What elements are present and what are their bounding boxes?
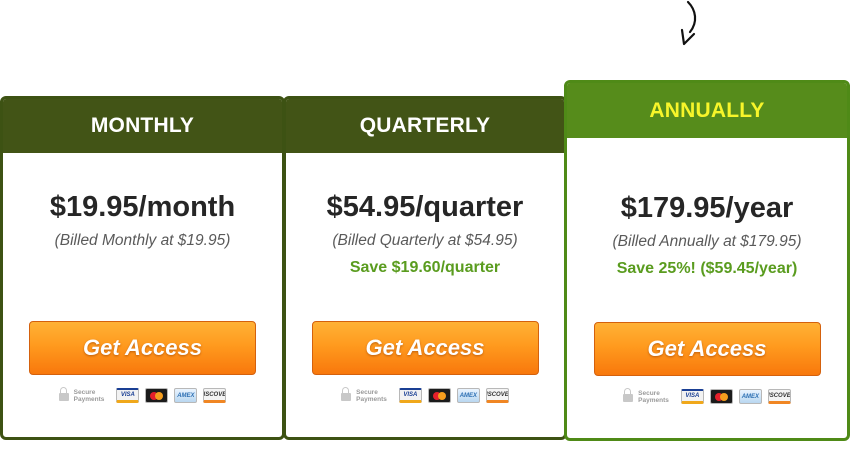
plan-title: MONTHLY — [3, 99, 282, 153]
secure-payments-row: SecurePayments VISA AMEX DISCOVER — [567, 387, 847, 404]
plan-billing-note: (Billed Quarterly at $54.95) — [332, 232, 518, 249]
mastercard-icon — [709, 389, 733, 404]
discover-card-icon: DISCOVER — [203, 388, 227, 403]
plan-price: $179.95/year — [620, 192, 794, 224]
plan-billing-note: (Billed Monthly at $19.95) — [54, 232, 231, 249]
visa-card-icon: VISA — [398, 388, 422, 403]
get-access-button-annually[interactable]: Get Access — [593, 322, 821, 376]
hand-drawn-arrow-icon — [680, 0, 697, 46]
secure-payments-label: Secure Payments — [73, 388, 105, 403]
visa-card-icon: VISA — [116, 388, 140, 403]
plan-savings: Save 25%! ($59.45/year) — [616, 260, 798, 277]
mastercard-icon — [427, 388, 451, 403]
plan-billing-note: (Billed Annually at $179.95) — [612, 233, 802, 250]
plan-title: ANNUALLY — [567, 83, 847, 138]
secure-payments-row: SecurePayments VISA AMEX DISCOVER — [286, 386, 564, 403]
secure-payments-label: Secure Payments — [638, 389, 669, 404]
secure-payments-row: SecurePayments VISA AMEX DISCOVER — [3, 386, 282, 403]
plan-title: QUARTERLY — [286, 99, 564, 153]
plan-price: $19.95/month — [49, 191, 236, 223]
discover-card-icon: DISCOVER — [767, 389, 791, 404]
mastercard-icon — [145, 388, 169, 403]
amex-card-icon: AMEX — [174, 388, 198, 403]
amex-card-icon: AMEX — [738, 389, 762, 404]
lock-icon — [58, 386, 69, 401]
plan-card-quarterly: QUARTERLY $54.95/quarter (Billed Quarter… — [283, 96, 567, 440]
get-access-button-monthly[interactable]: Get Access — [29, 321, 256, 375]
get-access-button-quarterly[interactable]: Get Access — [311, 321, 539, 375]
plan-card-monthly: MONTHLY $19.95/month (Billed Monthly at … — [0, 96, 285, 440]
plan-savings: Save $19.60/quarter — [349, 259, 501, 276]
plan-savings — [3, 259, 282, 279]
visa-card-icon: VISA — [680, 389, 704, 404]
secure-payments-label: Secure Payments — [356, 388, 387, 403]
plan-price: $54.95/quarter — [326, 191, 524, 223]
discover-card-icon: DISCOVER — [485, 388, 509, 403]
amex-card-icon: AMEX — [456, 388, 480, 403]
plan-card-annually: ANNUALLY $179.95/year (Billed Annually a… — [564, 80, 850, 441]
lock-icon — [623, 387, 634, 402]
lock-icon — [341, 386, 352, 401]
